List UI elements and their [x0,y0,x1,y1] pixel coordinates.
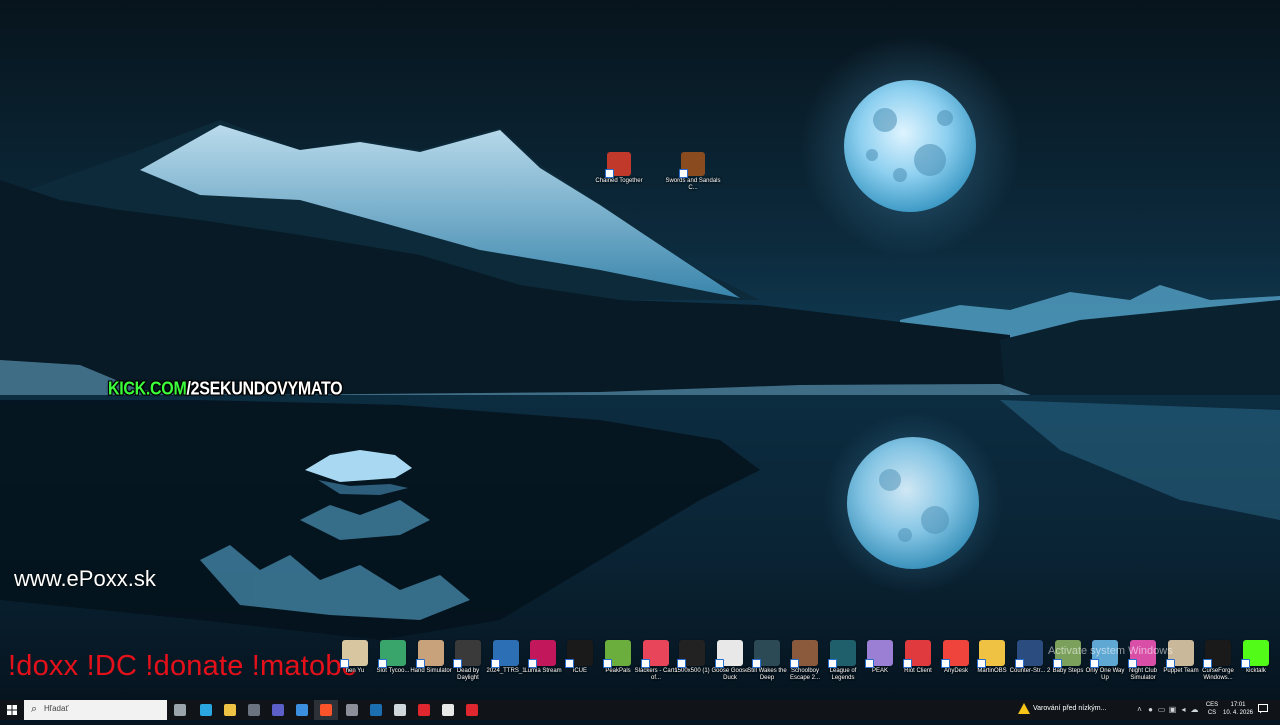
windows-activation-watermark: Activate system Windows [1048,645,1173,657]
chevron-up-icon[interactable]: ˄ [1135,705,1144,714]
peak-icon [865,640,893,668]
taskbar-app-button[interactable] [194,700,218,720]
game-icon [340,640,368,668]
taskbar-app-button[interactable] [266,700,290,720]
search-icon: ⌕ [31,703,38,715]
task-view-icon [174,704,186,716]
steam-icon [370,704,382,716]
slackers-icon [641,640,669,668]
low-storage-warning-notification[interactable]: Varování před nízkým... [1015,700,1133,720]
warning-icon [1018,703,1030,714]
dead-by-daylight-icon [453,640,481,668]
curseforge-icon [1203,640,1231,668]
hand-simulator-icon [416,640,444,668]
chat-commands-overlay: !doxx !DC !donate !matobc [8,650,357,682]
desktop-icon-swords-and-sandals[interactable]: Swords and Sandals C... [662,152,724,192]
opera-icon [418,704,430,716]
chained-together-icon [605,152,631,178]
taskbar-app-button[interactable] [168,700,192,720]
desktop[interactable]: KICK.COM/2SEKUNDOVYMATO www.ePoxx.sk !do… [0,0,1280,700]
app-icon [442,704,454,716]
folder-icon [977,640,1005,668]
chat-icon [394,704,406,716]
edge-icon [200,704,212,716]
taskbar: ⌕ Hľadať Varování před nízkým... ˄ ● ▭ ▣… [0,700,1280,720]
lumia-stream-icon [528,640,556,668]
peakpals-icon [603,640,631,668]
taskbar-app-button[interactable] [290,700,314,720]
clock-date: 10. 4. 2026 [1222,710,1254,716]
warning-text: Varování před nízkým... [1033,705,1107,712]
keyboard-layout: CS [1207,710,1217,716]
taskbar-app-button[interactable] [412,700,436,720]
windows-logo-icon [7,705,17,715]
counter-strike-icon [1015,640,1043,668]
desktop-icon[interactable]: kicktalk [1234,640,1278,675]
taskbar-app-button[interactable] [242,700,266,720]
kicktalk-icon [1241,640,1269,668]
obs-icon [346,704,358,716]
taskbar-app-button[interactable] [364,700,388,720]
onedrive-icon[interactable]: ☁ [1190,705,1199,714]
brave-icon [320,704,332,716]
anydesk-icon [941,640,969,668]
language-indicator[interactable]: CES CS [1205,701,1219,717]
language-code: CES [1205,702,1219,708]
taskbar-search-input[interactable]: ⌕ Hľadať [24,700,167,720]
taskbar-app-button[interactable] [436,700,460,720]
taskbar-app-button[interactable] [388,700,412,720]
taskbar-app-button[interactable] [314,700,338,720]
microphone-icon[interactable]: ● [1146,705,1155,714]
store-icon [248,704,260,716]
desktop-icon-label: kicktalk [1246,668,1266,674]
search-placeholder: Hľadať [44,704,69,713]
taskbar-clock[interactable]: 17:01 10. 4. 2026 [1222,701,1254,717]
taskbar-app-button[interactable] [340,700,364,720]
kick-channel-text: /2SEKUNDOVYMATO [186,379,343,400]
goose-goose-duck-icon [715,640,743,668]
desktop-icon-chained-together[interactable]: Chained Together [588,152,650,185]
riot-client-icon [903,640,931,668]
teams-icon [272,704,284,716]
icue-icon [565,640,593,668]
desktop-icon-label: Swords and Sandals C... [665,178,721,191]
swords-and-sandals-icon [679,152,705,178]
image-file-icon [677,640,705,668]
wallpaper [0,0,1280,700]
battery-icon[interactable]: ▭ [1157,705,1166,714]
taskbar-app-button[interactable] [460,700,484,720]
slot-tycoon-icon [378,640,406,668]
start-button[interactable] [0,700,24,720]
notification-center-icon[interactable] [1258,704,1268,714]
network-icon[interactable]: ▣ [1168,705,1177,714]
volume-icon[interactable]: ◂ [1179,705,1188,714]
file-icon [491,640,519,668]
file-explorer-icon [224,704,236,716]
clock-time: 17:01 [1230,702,1246,708]
schoolboy-escape-icon [790,640,818,668]
kick-channel-banner: KICK.COM/2SEKUNDOVYMATO [108,379,343,401]
record-icon [466,704,478,716]
still-wakes-the-deep-icon [752,640,780,668]
app-icon [296,704,308,716]
kick-domain-text: KICK.COM [108,379,187,400]
desktop-icon-label: Chained Together [595,178,643,184]
site-url-overlay: www.ePoxx.sk [14,566,156,591]
league-of-legends-icon [828,640,856,668]
taskbar-app-button[interactable] [218,700,242,720]
